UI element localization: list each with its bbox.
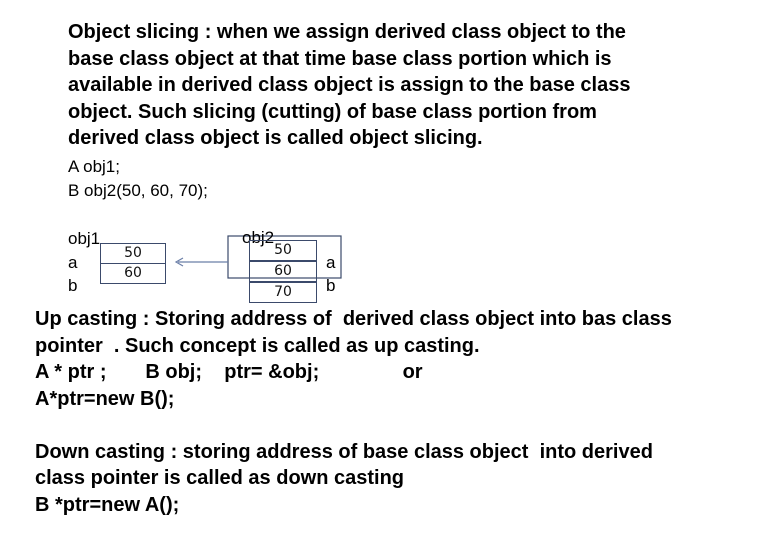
obj2-member-a-label: a <box>326 253 336 272</box>
obj1-cell-a: 50 <box>100 243 166 264</box>
obj1-cell-b: 60 <box>100 263 166 284</box>
downcast-line-2: class pointer is called as down casting <box>35 467 405 489</box>
upcast-code-2: A*ptr=new B(); <box>35 387 175 410</box>
obj2-cell-a: 50 <box>249 240 317 261</box>
obj1-member-b-label: b <box>68 276 78 295</box>
obj1-member-a-label: a <box>68 253 78 272</box>
upcast-line-2: pointer . Such concept is called as up c… <box>35 334 480 357</box>
upcast-code-1: A * ptr ; B obj; ptr= &obj; or <box>35 361 423 383</box>
downcast-line-1: Down casting : storing address of base c… <box>35 440 653 463</box>
casting-section: Up casting : Storing address of derived … <box>35 306 775 518</box>
blank-spacer <box>35 412 775 439</box>
obj1-label: obj1 <box>68 229 101 248</box>
obj2-cell-b: 60 <box>249 261 317 282</box>
obj2-cell-c: 70 <box>249 282 317 303</box>
upcast-line-1: Up casting : Storing address of derived … <box>35 308 672 330</box>
obj2-member-b-label: b <box>326 276 336 295</box>
downcast-code: B *ptr=new A(); <box>35 493 180 516</box>
